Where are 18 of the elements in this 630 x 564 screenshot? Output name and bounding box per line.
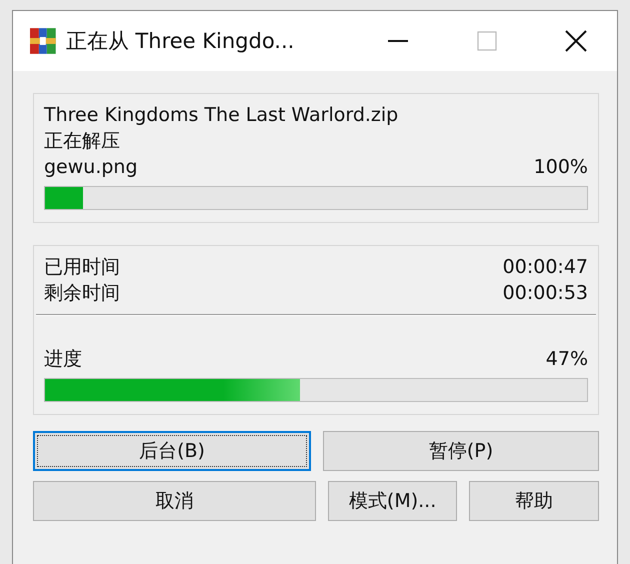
progress-label: 进度: [44, 347, 82, 372]
dialog-button[interactable]: 帮助: [469, 481, 600, 521]
window-title: 正在从 Three Kingdo...: [66, 28, 296, 55]
dialog-button[interactable]: 后台(B): [33, 431, 311, 471]
dialog-button[interactable]: 模式(M)...: [328, 481, 458, 521]
action-label: 正在解压: [44, 129, 121, 154]
archive-name: Three Kingdoms The Last Warlord.zip: [44, 103, 400, 128]
time-label: 已用时间: [44, 255, 120, 280]
close-icon[interactable]: [565, 30, 588, 52]
time-value: 00:00:47: [502, 255, 588, 280]
app-icon: [30, 28, 56, 54]
dialog-button[interactable]: 暂停(P): [323, 431, 599, 471]
progress-percent: 47%: [546, 347, 588, 372]
dialog-button[interactable]: 取消: [33, 481, 316, 521]
file-name: gewu.png: [44, 155, 138, 180]
file-percent: 100%: [534, 155, 588, 180]
time-value: 00:00:53: [502, 281, 588, 306]
time-label: 剩余时间: [44, 281, 120, 306]
